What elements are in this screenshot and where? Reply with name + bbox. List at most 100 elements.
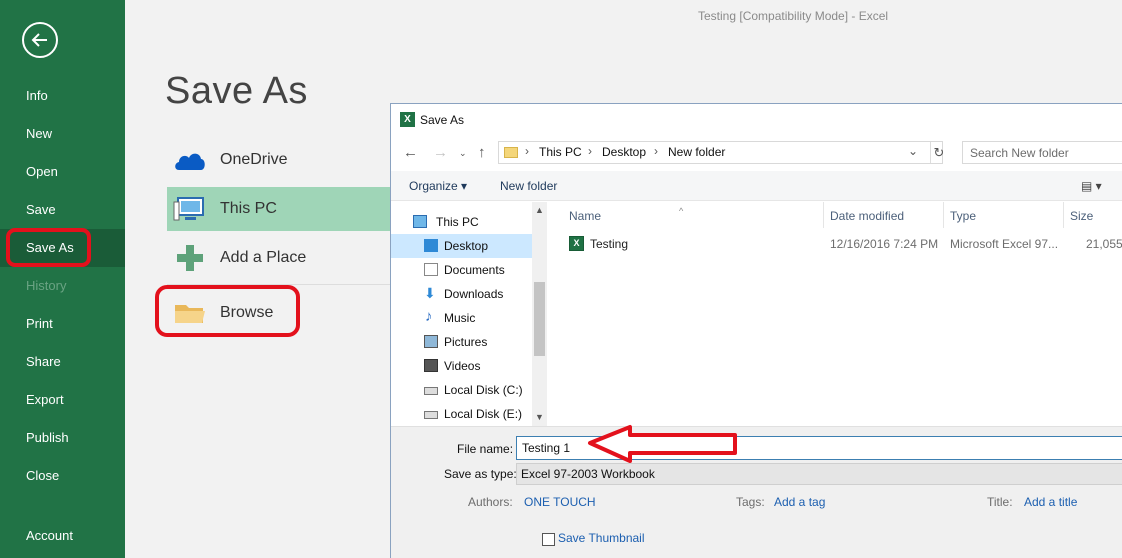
file-name-label: File name: (457, 442, 514, 456)
location-label: This PC (220, 200, 277, 217)
location-onedrive[interactable]: OneDrive (167, 138, 407, 182)
save-thumbnail-label[interactable]: Save Thumbnail (558, 531, 645, 545)
drive-icon (424, 411, 438, 419)
tags-input[interactable]: Add a tag (774, 495, 825, 509)
nav-pane-label: Downloads (444, 287, 504, 301)
nav-pane-label: This PC (436, 215, 479, 229)
column-divider (943, 202, 944, 228)
download-arrow-icon: ⬇ (424, 285, 436, 301)
dialog-title: Save As (420, 113, 465, 127)
file-type: Microsoft Excel 97... (950, 237, 1059, 251)
nav-export[interactable]: Export (0, 381, 125, 419)
new-folder-button[interactable]: New folder (500, 179, 557, 193)
nav-pane-this-pc[interactable]: This PC (391, 210, 533, 234)
nav-print[interactable]: Print (0, 305, 125, 343)
excel-icon: X (400, 112, 415, 127)
back-arrow-icon (31, 33, 47, 47)
nav-pane-label: Local Disk (C:) (444, 383, 523, 397)
nav-close[interactable]: Close (0, 457, 125, 495)
column-divider (823, 202, 824, 228)
view-options-icon[interactable]: ▤ ▾ (1081, 179, 1102, 193)
nav-pane-videos[interactable]: Videos (391, 354, 533, 378)
breadcrumb-new-folder[interactable]: New folder (668, 145, 725, 159)
documents-icon (424, 263, 438, 276)
title-input[interactable]: Add a title (1024, 495, 1077, 509)
nav-pane-scrollbar[interactable]: ▲ ▼ (532, 202, 547, 426)
save-type-select[interactable]: Excel 97-2003 Workbook (516, 463, 1122, 485)
nav-share[interactable]: Share (0, 343, 125, 381)
breadcrumb-desktop[interactable]: Desktop (602, 145, 646, 159)
drive-icon (424, 387, 438, 395)
search-input[interactable]: Search New folder (962, 141, 1122, 164)
annotation-highlight-save-as (6, 228, 91, 267)
annotation-arrow-icon (588, 425, 737, 463)
dialog-toolbar: Organize ▾ New folder ▤ ▾ (391, 171, 1122, 201)
videos-icon (424, 359, 438, 372)
navigation-pane: This PC Desktop Documents ⬇ Downloads ♪ … (391, 202, 547, 426)
save-type-label: Save as type: (444, 467, 517, 481)
file-size: 21,055 (1086, 237, 1122, 251)
nav-pane-desktop[interactable]: Desktop (391, 234, 533, 258)
nav-history: History (26, 278, 67, 293)
save-as-dialog: X Save As ← → ⌄ ↑ › This PC › Desktop › … (390, 103, 1122, 558)
nav-pane-label: Pictures (444, 335, 488, 349)
nav-pane-label: Videos (444, 359, 481, 373)
authors-value[interactable]: ONE TOUCH (524, 495, 596, 509)
nav-pane-documents[interactable]: Documents (391, 258, 533, 282)
nav-pane-label: Local Disk (E:) (444, 407, 523, 421)
nav-info[interactable]: Info (0, 77, 125, 115)
nav-publish[interactable]: Publish (0, 419, 125, 457)
address-row: ← → ⌄ ↑ › This PC › Desktop › New folder… (391, 137, 1122, 169)
scrollbar-thumb[interactable] (534, 282, 545, 356)
sort-indicator-icon: ^ (679, 206, 684, 216)
file-row[interactable]: X Testing 12/16/2016 7:24 PM Microsoft E… (549, 232, 1122, 254)
nav-open[interactable]: Open (0, 153, 125, 191)
forward-arrow-icon: → (433, 144, 448, 161)
annotation-highlight-browse (155, 285, 300, 337)
nav-pane-local-disk-c[interactable]: Local Disk (C:) (391, 378, 533, 402)
nav-pane-label: Music (444, 311, 476, 325)
nav-pane-pictures[interactable]: Pictures (391, 330, 533, 354)
save-thumbnail-checkbox[interactable] (542, 533, 555, 546)
nav-new[interactable]: New (0, 115, 125, 153)
scroll-down-icon[interactable]: ▼ (535, 412, 544, 422)
refresh-icon[interactable]: ↻ (930, 142, 947, 163)
nav-pane-downloads[interactable]: ⬇ Downloads (391, 282, 533, 306)
breadcrumb-this-pc[interactable]: This PC (539, 145, 582, 159)
file-name: Testing (590, 237, 629, 251)
backstage-sidebar: Info New Open Save Save As History Print… (0, 0, 125, 558)
chevron-right-icon: › (525, 144, 529, 158)
scroll-up-icon[interactable]: ▲ (535, 205, 544, 215)
music-note-icon: ♪ (425, 308, 433, 325)
location-this-pc[interactable]: This PC (167, 187, 407, 231)
pictures-icon (424, 335, 438, 348)
column-header-name[interactable]: Name (569, 209, 601, 223)
back-button[interactable] (22, 22, 58, 58)
file-date: 12/16/2016 7:24 PM (830, 237, 939, 251)
column-header-type[interactable]: Type (950, 209, 976, 223)
location-add-place[interactable]: Add a Place (167, 236, 407, 280)
nav-pane-label: Desktop (444, 239, 489, 253)
organize-button[interactable]: Organize ▾ (409, 179, 467, 193)
chevron-down-icon[interactable]: ⌄ (908, 144, 918, 158)
nav-pane-local-disk-e[interactable]: Local Disk (E:) (391, 402, 533, 426)
nav-save[interactable]: Save (0, 191, 125, 229)
nav-pane-music[interactable]: ♪ Music (391, 306, 533, 330)
recent-dropdown-icon[interactable]: ⌄ (459, 148, 467, 159)
address-bar[interactable]: › This PC › Desktop › New folder ⌄ (498, 141, 943, 164)
authors-label: Authors: (468, 495, 513, 509)
cloud-icon (175, 153, 205, 170)
dialog-titlebar: X Save As (391, 104, 1122, 136)
up-arrow-icon[interactable]: ↑ (478, 144, 486, 161)
nav-account[interactable]: Account (0, 517, 125, 555)
location-label: Add a Place (220, 249, 307, 266)
nav-pane-label: Documents (444, 263, 505, 277)
column-header-size[interactable]: Size (1070, 209, 1093, 223)
save-options-panel: File name: Testing 1 Save as type: Excel… (391, 426, 1122, 558)
computer-icon (173, 197, 204, 221)
column-header-date[interactable]: Date modified (830, 209, 904, 223)
back-arrow-icon[interactable]: ← (403, 144, 418, 161)
plus-icon (177, 245, 203, 271)
location-label: OneDrive (220, 151, 288, 168)
title-label: Title: (987, 495, 1013, 509)
